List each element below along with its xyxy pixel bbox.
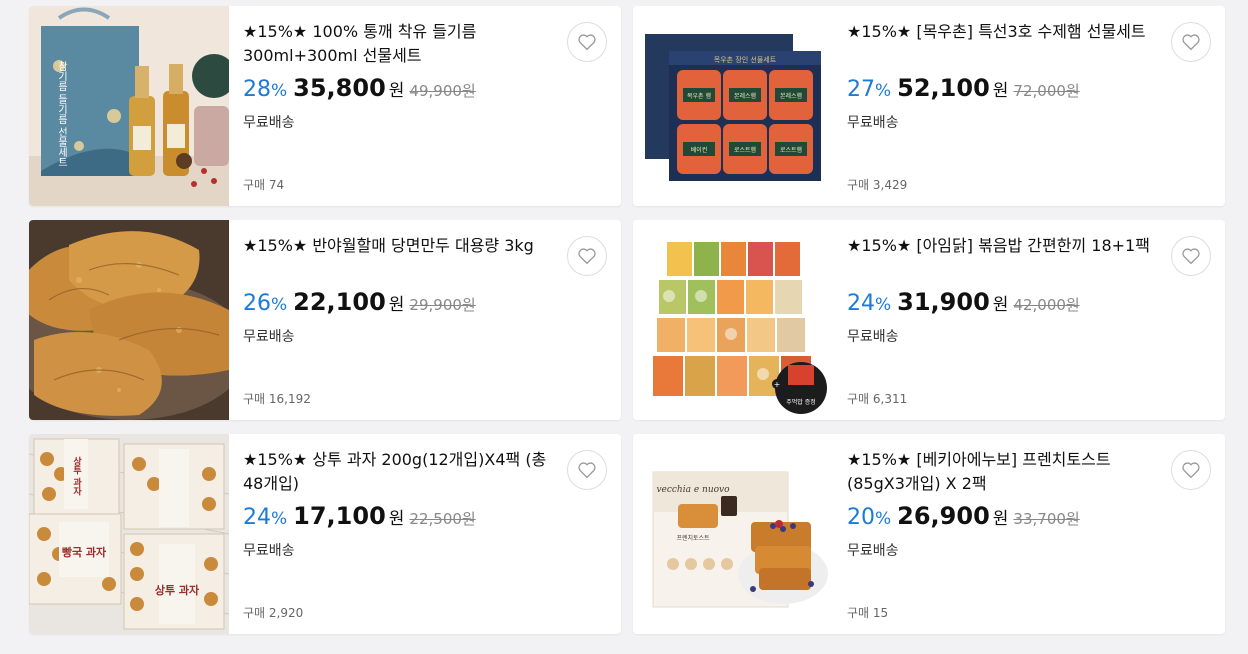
- product-title[interactable]: ★15%★ 상투 과자 200g(12개입)X4팩 (총 48개입): [243, 448, 563, 496]
- purchase-count: 구매 3,429: [847, 178, 908, 192]
- original-price: 49,900원: [409, 82, 476, 100]
- product-title[interactable]: ★15%★ [아임닭] 볶음밥 간편한끼 18+1팩: [847, 234, 1167, 258]
- discount-rate: 24%: [243, 505, 288, 530]
- original-price: 29,900원: [409, 296, 476, 314]
- original-price: 22,500원: [409, 510, 476, 528]
- heart-icon: [578, 462, 596, 479]
- shipping-label: 무료배송: [243, 543, 295, 559]
- product-image[interactable]: 목우촌 장인 선물세트 목우촌 햄 본레스햄 본레스햄 베이컨 로스트햄 로스트…: [633, 6, 833, 206]
- price-row: 24% 17,100 원 22,500원: [243, 502, 476, 534]
- wishlist-button[interactable]: [567, 450, 607, 490]
- original-price: 42,000원: [1013, 296, 1080, 314]
- shipping-label: 무료배송: [243, 115, 295, 131]
- product-title[interactable]: ★15%★ 반야월할매 당면만두 대용량 3kg: [243, 234, 563, 258]
- discount-rate: 20%: [847, 505, 892, 530]
- discount-rate: 28%: [243, 77, 288, 102]
- sale-price: 22,100: [293, 288, 386, 316]
- product-card[interactable]: ★15%★ 반야월할매 당면만두 대용량 3kg 26% 22,100 원 29,90…: [29, 220, 621, 420]
- product-card[interactable]: 상투 과자 빵국 과자 상투 과자 ★15%★ 상투 과자 200g(12개입)…: [29, 434, 621, 634]
- heart-icon: [578, 34, 596, 51]
- discount-rate: 26%: [243, 291, 288, 316]
- tile-label: 목우촌 햄: [687, 92, 711, 100]
- tile-label: 베이컨: [691, 146, 708, 154]
- tile-label: 본레스햄: [780, 92, 802, 100]
- currency-label: 원: [992, 509, 1009, 529]
- wishlist-button[interactable]: [1171, 22, 1211, 62]
- heart-icon: [1182, 462, 1200, 479]
- box-label: 상투 과자: [71, 455, 81, 496]
- box-label: 상투 과자: [155, 583, 200, 597]
- purchase-count: 구매 16,192: [243, 392, 311, 406]
- purchase-count: 구매 15: [847, 606, 889, 620]
- price-row: 28% 35,800 원 49,900원: [243, 74, 476, 106]
- box-label: 참기름 들기름 선물세트: [56, 61, 68, 168]
- tile-label: 본레스햄: [734, 92, 756, 100]
- product-image[interactable]: vecchia e nuovo 프렌치토스트: [633, 434, 833, 634]
- product-title[interactable]: ★15%★ 100% 통깨 착유 들기름 300ml+300ml 선물세트: [243, 20, 563, 68]
- product-card[interactable]: + 주먹밥 증정 ★15%★ [아임닭] 볶음밥 간편한끼 18+1팩 24% 3…: [633, 220, 1225, 420]
- product-title[interactable]: ★15%★ [목우촌] 특선3호 수제햄 선물세트: [847, 20, 1167, 44]
- discount-rate: 27%: [847, 77, 892, 102]
- sale-price: 17,100: [293, 502, 386, 530]
- tile-label: 로스트햄: [734, 146, 756, 154]
- shipping-label: 무료배송: [847, 329, 899, 345]
- original-price: 33,700원: [1013, 510, 1080, 528]
- box-label: 빵국 과자: [62, 545, 107, 559]
- heart-icon: [1182, 248, 1200, 265]
- shipping-label: 무료배송: [847, 543, 899, 559]
- currency-label: 원: [388, 295, 405, 315]
- sale-price: 52,100: [897, 74, 990, 102]
- sale-price: 26,900: [897, 502, 990, 530]
- product-card[interactable]: 목우촌 장인 선물세트 목우촌 햄 본레스햄 본레스햄 베이컨 로스트햄 로스트…: [633, 6, 1225, 206]
- discount-rate: 24%: [847, 291, 892, 316]
- product-card[interactable]: 참기름 들기름 선물세트 ★15%★ 100% 통깨 착유 들기름 300ml+…: [29, 6, 621, 206]
- svg-text:+: +: [774, 380, 781, 389]
- wishlist-button[interactable]: [1171, 236, 1211, 276]
- box-header: 목우촌 장인 선물세트: [714, 55, 777, 64]
- purchase-count: 구매 6,311: [847, 392, 908, 406]
- purchase-count: 구매 2,920: [243, 606, 304, 620]
- wishlist-button[interactable]: [567, 236, 607, 276]
- purchase-count: 구매 74: [243, 178, 285, 192]
- shipping-label: 무료배송: [243, 329, 295, 345]
- original-price: 72,000원: [1013, 82, 1080, 100]
- product-image[interactable]: [29, 220, 229, 420]
- gift-badge: 주먹밥 증정: [786, 398, 816, 406]
- price-row: 24% 31,900 원 42,000원: [847, 288, 1080, 320]
- currency-label: 원: [992, 295, 1009, 315]
- currency-label: 원: [388, 81, 405, 101]
- heart-icon: [578, 248, 596, 265]
- product-card[interactable]: vecchia e nuovo 프렌치토스트 ★15%★ [베키아에누보] 프렌…: [633, 434, 1225, 634]
- heart-icon: [1182, 34, 1200, 51]
- product-label: 프렌치토스트: [676, 534, 710, 542]
- sale-price: 35,800: [293, 74, 386, 102]
- currency-label: 원: [388, 509, 405, 529]
- sale-price: 31,900: [897, 288, 990, 316]
- currency-label: 원: [992, 81, 1009, 101]
- brand-label: vecchia e nuovo: [656, 485, 730, 495]
- price-row: 27% 52,100 원 72,000원: [847, 74, 1080, 106]
- product-title[interactable]: ★15%★ [베키아에누보] 프렌치토스트 (85gX3개입) X 2팩: [847, 448, 1167, 496]
- tile-label: 로스트햄: [780, 146, 802, 154]
- product-image[interactable]: 참기름 들기름 선물세트: [29, 6, 229, 206]
- price-row: 20% 26,900 원 33,700원: [847, 502, 1080, 534]
- shipping-label: 무료배송: [847, 115, 899, 131]
- product-image[interactable]: + 주먹밥 증정: [633, 220, 833, 420]
- price-row: 26% 22,100 원 29,900원: [243, 288, 476, 320]
- wishlist-button[interactable]: [1171, 450, 1211, 490]
- wishlist-button[interactable]: [567, 22, 607, 62]
- product-image[interactable]: 상투 과자 빵국 과자 상투 과자: [29, 434, 229, 634]
